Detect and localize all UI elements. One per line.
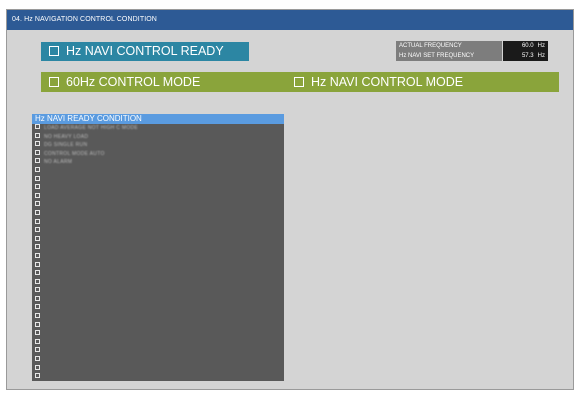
condition-item xyxy=(32,338,284,348)
window-title: 04. Hz NAVIGATION CONTROL CONDITION xyxy=(7,10,573,30)
condition-checkbox-icon xyxy=(35,158,40,164)
condition-checkbox-icon xyxy=(35,227,40,233)
condition-item xyxy=(32,218,284,228)
condition-checkbox-icon xyxy=(35,192,40,198)
condition-item xyxy=(32,330,284,339)
condition-item xyxy=(32,252,284,262)
ready-condition-panel: Hz NAVI READY CONDITION LOAD AVERAGE NOT… xyxy=(32,114,284,381)
condition-checkbox-icon xyxy=(35,304,40,310)
condition-item: CONTROL MODE AUTO xyxy=(32,149,284,159)
navi-control-ready-label: Hz NAVI CONTROL READY xyxy=(66,44,224,58)
condition-item xyxy=(32,373,284,382)
condition-item xyxy=(32,364,284,374)
condition-checkbox-icon xyxy=(35,166,40,172)
condition-item xyxy=(32,175,284,185)
condition-item xyxy=(32,166,284,176)
condition-checkbox-icon xyxy=(35,287,40,293)
checkbox-icon xyxy=(49,46,59,56)
actual-frequency-value-box: 60.0 Hz xyxy=(503,41,548,51)
condition-item xyxy=(32,270,284,279)
condition-checkbox-icon xyxy=(35,141,40,147)
condition-item xyxy=(32,209,284,219)
condition-item xyxy=(32,313,284,322)
control-mode-bar: 60Hz CONTROL MODE Hz NAVI CONTROL MODE xyxy=(41,72,559,92)
mode-60hz-indicator: 60Hz CONTROL MODE xyxy=(41,72,200,92)
condition-checkbox-icon xyxy=(35,330,40,336)
condition-item: NO HEAVY LOAD xyxy=(32,132,284,142)
ready-condition-header: Hz NAVI READY CONDITION xyxy=(32,114,284,124)
condition-item: DG SINGLE RUN xyxy=(32,141,284,150)
checkbox-icon xyxy=(49,77,59,87)
mode-navi-indicator: Hz NAVI CONTROL MODE xyxy=(286,72,463,92)
mode-navi-label: Hz NAVI CONTROL MODE xyxy=(311,75,464,89)
set-frequency-label: Hz NAVI SET FREQUENCY xyxy=(396,51,502,61)
condition-checkbox-icon xyxy=(35,261,40,267)
condition-checkbox-icon xyxy=(35,338,40,344)
condition-checkbox-icon xyxy=(35,235,40,241)
condition-checkbox-icon xyxy=(35,124,40,129)
checkbox-icon xyxy=(294,77,304,87)
condition-label: LOAD AVERAGE NOT HIGH C MODE xyxy=(44,125,139,131)
condition-checkbox-icon xyxy=(35,321,40,327)
condition-item xyxy=(32,244,284,253)
condition-checkbox-icon xyxy=(35,175,40,181)
actual-frequency-value: 60.0 xyxy=(521,43,534,49)
condition-checkbox-icon xyxy=(35,347,40,353)
set-frequency-unit: Hz xyxy=(537,53,545,59)
condition-checkbox-icon xyxy=(35,149,40,155)
set-frequency-value-box: 57.3 Hz xyxy=(503,51,548,61)
condition-item: NO ALARM xyxy=(32,158,284,167)
condition-checkbox-icon xyxy=(35,278,40,284)
actual-frequency-label: ACTUAL FREQUENCY xyxy=(396,41,502,51)
condition-label: NO ALARM xyxy=(44,159,73,166)
ready-condition-list: LOAD AVERAGE NOT HIGH C MODE NO HEAVY LOA… xyxy=(32,124,284,382)
condition-checkbox-icon xyxy=(35,313,40,319)
condition-checkbox-icon xyxy=(35,295,40,301)
condition-checkbox-icon xyxy=(35,209,40,215)
main-window: 04. Hz NAVIGATION CONTROL CONDITION Hz N… xyxy=(6,9,574,390)
condition-item xyxy=(32,287,284,296)
condition-item xyxy=(32,227,284,236)
condition-item xyxy=(32,235,284,245)
condition-item xyxy=(32,295,284,305)
condition-checkbox-icon xyxy=(35,356,40,362)
condition-checkbox-icon xyxy=(35,364,40,370)
condition-label: NO HEAVY LOAD xyxy=(44,133,89,140)
condition-checkbox-icon xyxy=(35,184,40,190)
condition-item xyxy=(32,261,284,271)
set-frequency-value: 57.3 xyxy=(521,53,534,59)
condition-item: LOAD AVERAGE NOT HIGH C MODE xyxy=(32,124,284,133)
condition-checkbox-icon xyxy=(35,252,40,258)
condition-item xyxy=(32,321,284,331)
condition-item xyxy=(32,356,284,365)
condition-checkbox-icon xyxy=(35,218,40,224)
condition-item xyxy=(32,192,284,202)
mode-60hz-label: 60Hz CONTROL MODE xyxy=(66,75,201,89)
condition-checkbox-icon xyxy=(35,270,40,276)
condition-item xyxy=(32,278,284,288)
condition-label: DG SINGLE RUN xyxy=(44,142,88,149)
condition-item xyxy=(32,304,284,313)
set-frequency-row: Hz NAVI SET FREQUENCY 57.3 Hz xyxy=(396,51,548,61)
condition-checkbox-icon xyxy=(35,244,40,250)
navi-control-ready-indicator: Hz NAVI CONTROL READY xyxy=(41,42,249,61)
condition-item xyxy=(32,347,284,356)
condition-checkbox-icon xyxy=(35,201,40,207)
condition-item xyxy=(32,184,284,193)
condition-item xyxy=(32,201,284,210)
condition-checkbox-icon xyxy=(35,373,40,379)
condition-checkbox-icon xyxy=(35,132,40,138)
frequency-readout: ACTUAL FREQUENCY 60.0 Hz Hz NAVI SET FREQ… xyxy=(396,41,548,61)
actual-frequency-row: ACTUAL FREQUENCY 60.0 Hz xyxy=(396,41,548,51)
condition-label: CONTROL MODE AUTO xyxy=(44,150,105,157)
actual-frequency-unit: Hz xyxy=(537,43,545,49)
